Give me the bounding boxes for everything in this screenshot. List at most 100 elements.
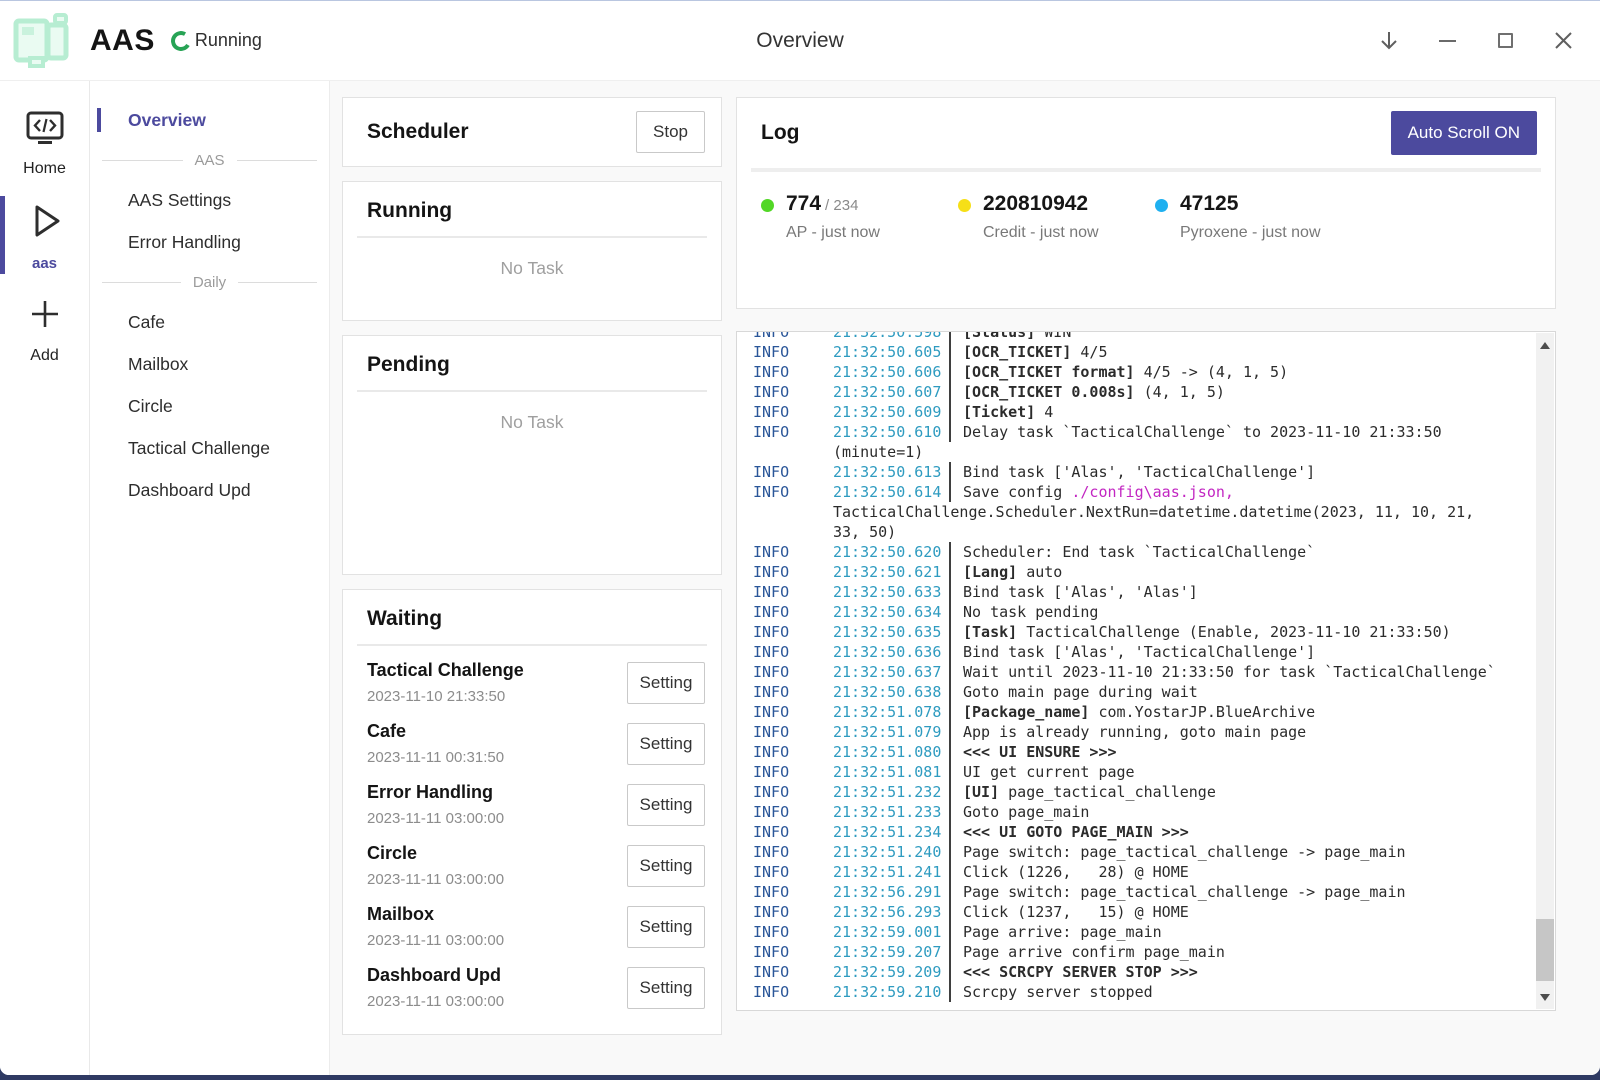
close-button[interactable]	[1552, 30, 1574, 52]
log-line: INFO 21:32:51.079 App is already running…	[753, 722, 1536, 742]
log-message: Goto main page during wait	[949, 682, 1536, 702]
stat-label: Credit - just now	[983, 224, 1099, 242]
update-download-icon[interactable]	[1378, 30, 1400, 52]
running-empty-text: No Task	[343, 258, 721, 279]
nav-item-mailbox[interactable]: Mailbox	[90, 343, 329, 385]
nav-item-label: AAS Settings	[128, 190, 231, 211]
log-message: [Lang] auto	[949, 562, 1536, 582]
rail-item-add[interactable]: Add	[0, 282, 89, 375]
log-timestamp: 21:32:50.638	[833, 682, 949, 702]
rail-item-aas[interactable]: aas	[0, 188, 89, 282]
nav-item-dashboard-upd[interactable]: Dashboard Upd	[90, 469, 329, 511]
task-next-run: 2023-11-10 21:33:50	[367, 688, 524, 705]
maximize-button[interactable]	[1494, 30, 1516, 52]
log-lines: INFO 21:32:50.598 [Status] WIN INFO 21:3…	[737, 332, 1536, 1009]
log-timestamp: 21:32:50.635	[833, 622, 949, 642]
log-line: INFO 21:32:50.609 [Ticket] 4	[753, 402, 1536, 422]
log-line: INFO 21:32:51.232 [UI] page_tactical_cha…	[753, 782, 1536, 802]
scroll-down-icon[interactable]	[1536, 988, 1554, 1006]
scrollbar-thumb[interactable]	[1536, 919, 1554, 981]
setting-button[interactable]: Setting	[627, 662, 705, 704]
log-message: <<< UI GOTO PAGE_MAIN >>>	[949, 822, 1536, 842]
log-card: Log Auto Scroll ON 774/ 234 AP - just no…	[736, 97, 1556, 309]
log-line: INFO 21:32:50.638 Goto main page during …	[753, 682, 1536, 702]
log-line: INFO 21:32:50.606 [OCR_TICKET format] 4/…	[753, 362, 1536, 382]
log-message: [UI] page_tactical_challenge	[949, 782, 1536, 802]
log-level: INFO	[753, 722, 833, 742]
setting-button[interactable]: Setting	[627, 784, 705, 826]
stat-label: AP - just now	[786, 224, 880, 242]
log-timestamp: 21:32:50.636	[833, 642, 949, 662]
nav-item-overview[interactable]: Overview	[90, 99, 329, 141]
log-timestamp: 21:32:50.607	[833, 382, 949, 402]
log-line-continuation: 33, 50)	[833, 522, 1536, 542]
log-line: INFO 21:32:50.636 Bind task ['Alas', 'Ta…	[753, 642, 1536, 662]
log-message: Goto page_main	[949, 802, 1536, 822]
log-timestamp: 21:32:50.605	[833, 342, 949, 362]
log-message: UI get current page	[949, 762, 1536, 782]
scroll-up-icon[interactable]	[1536, 336, 1554, 354]
log-message: [Status] WIN	[949, 332, 1536, 342]
log-timestamp: 21:32:51.080	[833, 742, 949, 762]
nav-item-tactical-challenge[interactable]: Tactical Challenge	[90, 427, 329, 469]
log-line: INFO 21:32:51.234 <<< UI GOTO PAGE_MAIN …	[753, 822, 1536, 842]
stat-dot-icon	[1155, 199, 1168, 212]
auto-scroll-toggle[interactable]: Auto Scroll ON	[1391, 111, 1537, 155]
stop-button[interactable]: Stop	[636, 111, 705, 153]
log-level: INFO	[753, 422, 833, 442]
log-line: INFO 21:32:56.291 Page switch: page_tact…	[753, 882, 1536, 902]
stat-dot-icon	[761, 199, 774, 212]
setting-button[interactable]: Setting	[627, 967, 705, 1009]
setting-button[interactable]: Setting	[627, 906, 705, 948]
log-line: INFO 21:32:50.621 [Lang] auto	[753, 562, 1536, 582]
running-spinner-icon	[169, 28, 193, 52]
log-line: INFO 21:32:56.293 Click (1237, 15) @ HOM…	[753, 902, 1536, 922]
nav-item-label: Circle	[128, 396, 173, 417]
nav-item-cafe[interactable]: Cafe	[90, 301, 329, 343]
log-message: Save config ./config\aas.json,	[949, 482, 1536, 502]
stat-dot-icon	[958, 199, 971, 212]
nav-item-aas-settings[interactable]: AAS Settings	[90, 179, 329, 221]
log-message: Scrcpy server stopped	[949, 982, 1536, 1002]
nav-item-error-handling[interactable]: Error Handling	[90, 221, 329, 263]
app-window: AAS Running Overview	[0, 0, 1600, 1075]
log-level: INFO	[753, 602, 833, 622]
waiting-task-row: Dashboard Upd 2023-11-11 03:00:00 Settin…	[367, 957, 705, 1018]
side-nav: Overview AAS AAS SettingsError Handling …	[90, 81, 330, 1075]
setting-button[interactable]: Setting	[627, 723, 705, 765]
waiting-task-row: Circle 2023-11-11 03:00:00 Setting	[367, 835, 705, 896]
pending-card: Pending No Task	[342, 335, 722, 575]
app-name: AAS	[90, 24, 155, 58]
log-timestamp: 21:32:50.609	[833, 402, 949, 422]
tasks-column: Scheduler Stop Running No Task Pending N…	[342, 97, 722, 1075]
log-level: INFO	[753, 922, 833, 942]
log-message: [Package_name] com.YostarJP.BlueArchive	[949, 702, 1536, 722]
log-timestamp: 21:32:51.241	[833, 862, 949, 882]
log-level: INFO	[753, 702, 833, 722]
log-message: Page arrive: page_main	[949, 922, 1536, 942]
setting-button[interactable]: Setting	[627, 845, 705, 887]
nav-item-label: Dashboard Upd	[128, 480, 251, 501]
waiting-task-list: Tactical Challenge 2023-11-10 21:33:50 S…	[343, 646, 721, 1018]
log-column: Log Auto Scroll ON 774/ 234 AP - just no…	[736, 97, 1556, 1075]
waiting-card: Waiting Tactical Challenge 2023-11-10 21…	[342, 589, 722, 1035]
log-level: INFO	[753, 762, 833, 782]
log-level: INFO	[753, 842, 833, 862]
log-timestamp: 21:32:50.621	[833, 562, 949, 582]
log-line: INFO 21:32:59.210 Scrcpy server stopped	[753, 982, 1536, 1002]
log-message: <<< SCRCPY SERVER STOP >>>	[949, 962, 1536, 982]
nav-group-label: Daily	[181, 274, 238, 291]
log-timestamp: 21:32:50.634	[833, 602, 949, 622]
pending-title: Pending	[367, 353, 450, 376]
log-line: INFO 21:32:51.233 Goto page_main	[753, 802, 1536, 822]
minimize-button[interactable]	[1436, 30, 1458, 52]
rail-item-home[interactable]: Home	[0, 97, 89, 188]
log-level: INFO	[753, 782, 833, 802]
stat-label: Pyroxene - just now	[1180, 224, 1321, 242]
log-timestamp: 21:32:51.079	[833, 722, 949, 742]
log-message: Wait until 2023-11-10 21:33:50 for task …	[949, 662, 1536, 682]
log-line: INFO 21:32:50.613 Bind task ['Alas', 'Ta…	[753, 462, 1536, 482]
log-level: INFO	[753, 822, 833, 842]
nav-item-circle[interactable]: Circle	[90, 385, 329, 427]
log-scrollbar[interactable]	[1536, 333, 1554, 1009]
